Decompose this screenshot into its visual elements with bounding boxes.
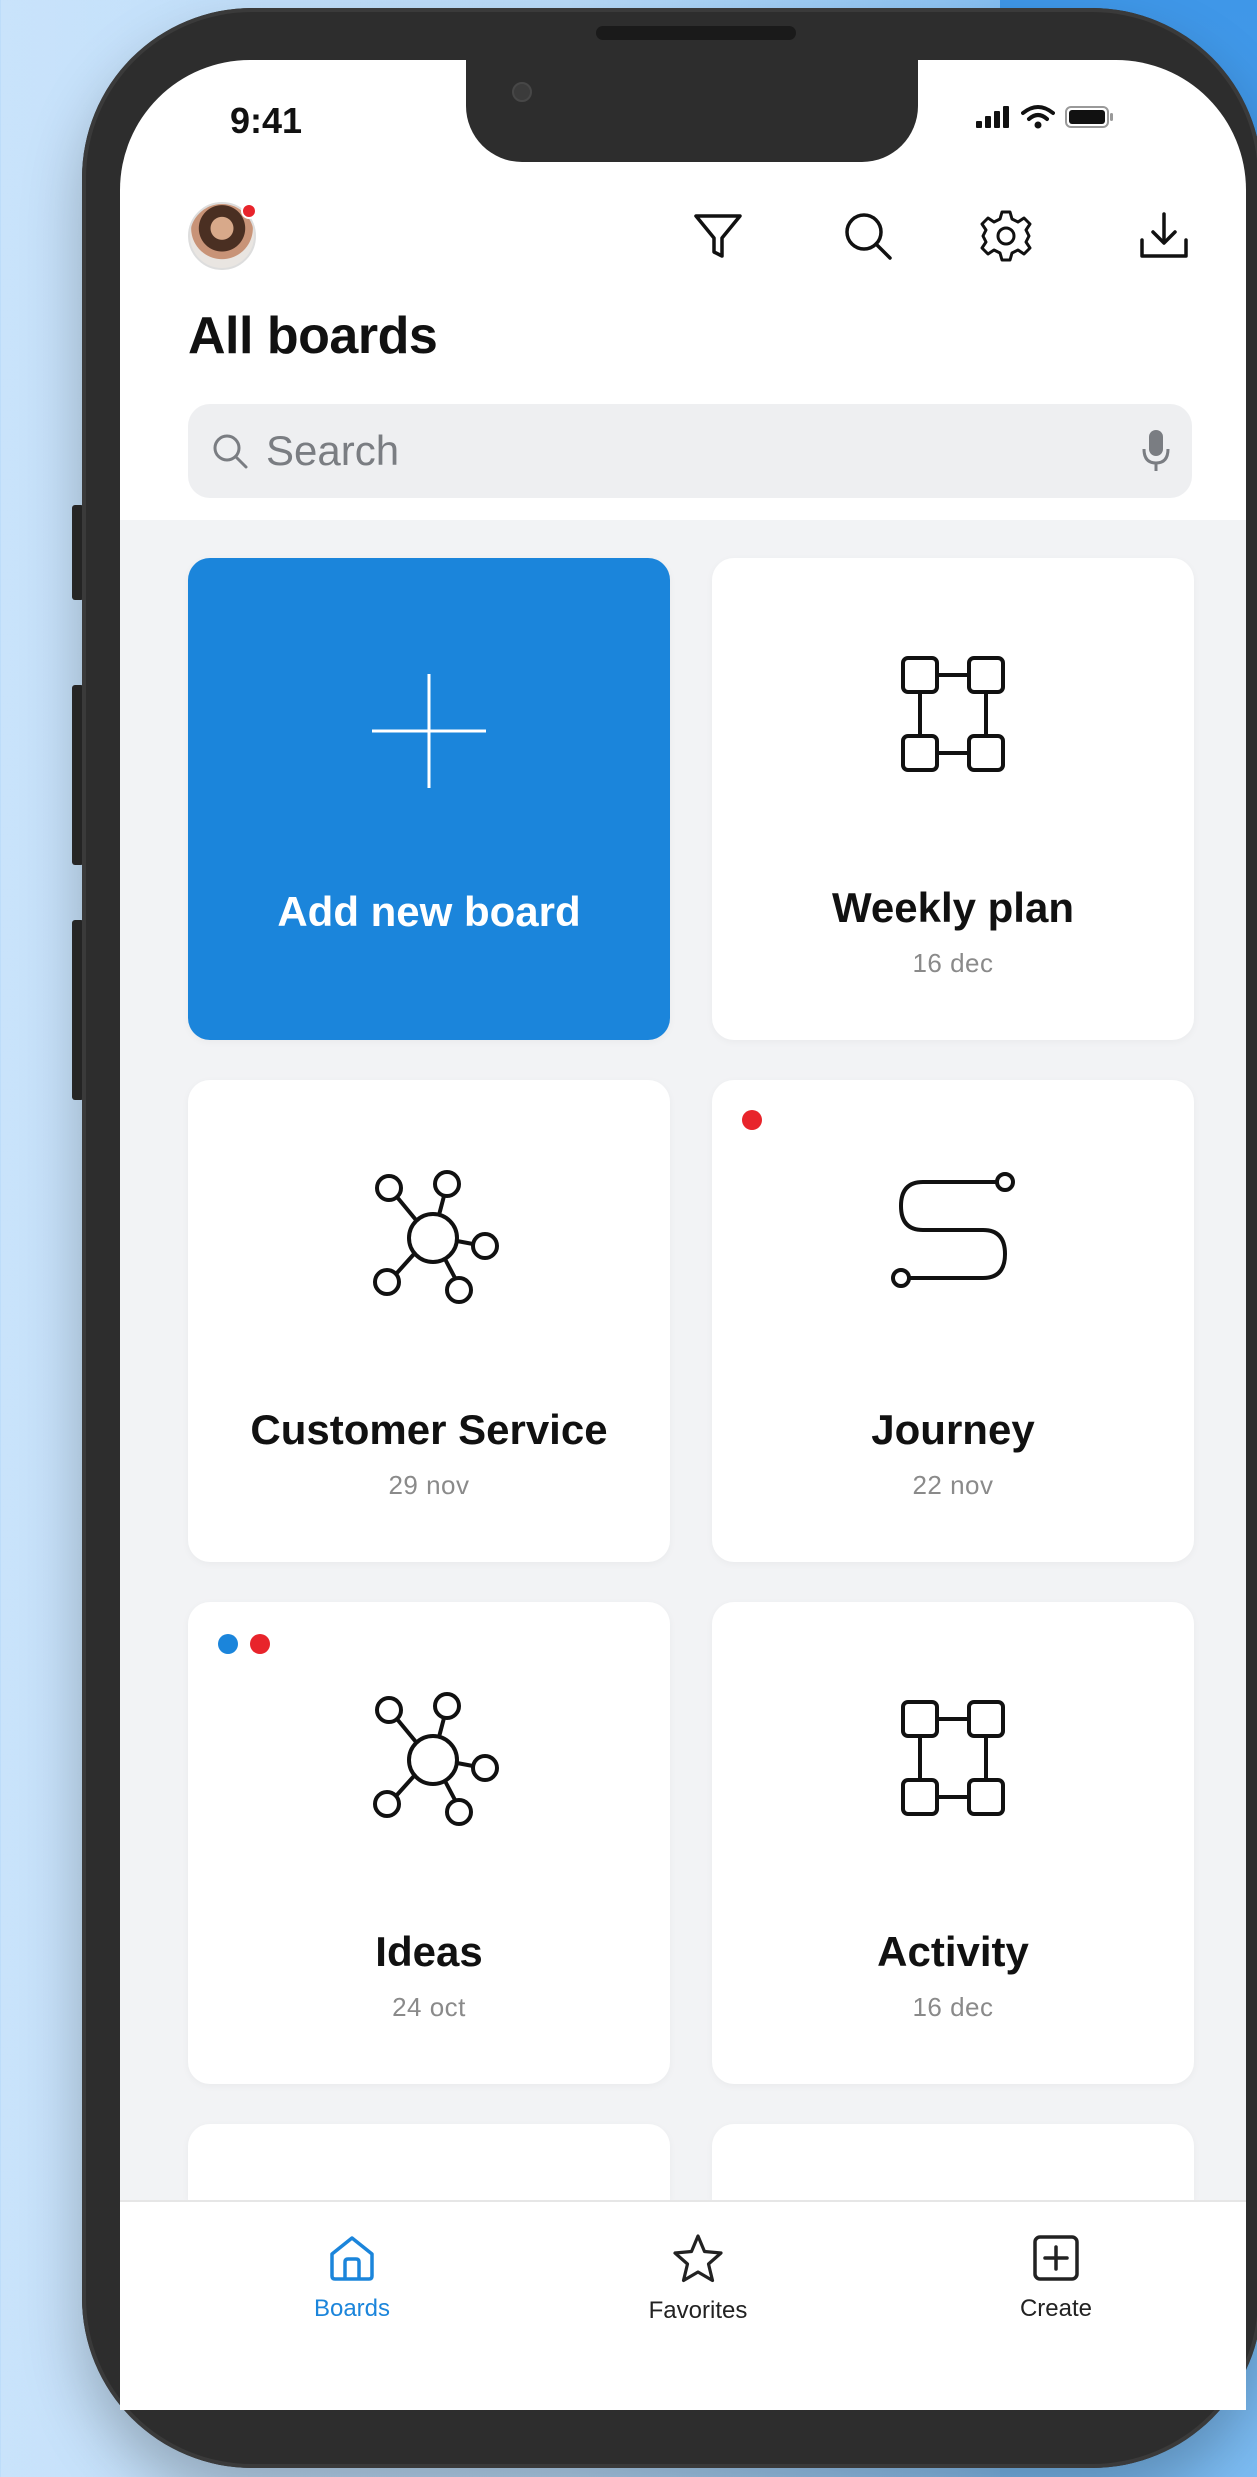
card-title: Ideas	[375, 1928, 483, 1975]
card-title: Journey	[871, 1406, 1035, 1453]
add-new-board-card[interactable]: Add new board	[188, 558, 670, 1040]
card-date: 16 dec	[912, 1992, 994, 2022]
mindmap-icon	[373, 1170, 499, 1304]
search-icon	[213, 434, 248, 469]
microphone-icon[interactable]	[1140, 427, 1172, 475]
star-icon	[673, 2234, 723, 2283]
tab-create[interactable]: Create	[956, 2232, 1156, 2323]
battery-icon	[1065, 106, 1113, 128]
card-title: Activity	[877, 1928, 1029, 1975]
filter-button[interactable]	[682, 200, 754, 272]
flowchart-icon	[901, 656, 1005, 772]
search-icon	[845, 213, 892, 260]
card-date: 22 nov	[912, 1470, 994, 1500]
search-button[interactable]	[832, 200, 904, 272]
plus-icon	[372, 674, 486, 788]
tab-label: Boards	[313, 2295, 391, 2322]
download-icon	[1140, 212, 1188, 258]
card-date: 29 nov	[388, 1470, 470, 1500]
flowchart-icon	[901, 1700, 1005, 1816]
board-card-activity[interactable]: Activity 16 dec	[712, 1602, 1194, 2084]
board-card-partial[interactable]	[712, 2124, 1194, 2200]
notification-dot	[241, 203, 257, 219]
unread-dot-red	[250, 1634, 270, 1654]
phone-notch	[466, 60, 918, 162]
status-icons	[975, 104, 1115, 130]
tab-favorites[interactable]: Favorites	[598, 2232, 798, 2325]
card-title: Add new board	[277, 888, 581, 935]
plus-square-icon	[1033, 2235, 1079, 2281]
download-button[interactable]	[1128, 200, 1200, 272]
mindmap-icon	[373, 1692, 499, 1826]
board-card-customer-service[interactable]: Customer Service 29 nov	[188, 1080, 670, 1562]
search-bar[interactable]	[188, 404, 1192, 498]
front-camera	[512, 82, 532, 102]
status-time: 9:41	[230, 100, 303, 141]
tab-bar: Boards Favorites Create	[120, 2200, 1246, 2410]
card-date: 16 dec	[912, 948, 994, 978]
search-input[interactable]	[264, 426, 1088, 476]
home-icon	[330, 2236, 374, 2281]
unread-dot-blue	[218, 1634, 238, 1654]
journey-path-icon	[891, 1172, 1015, 1288]
card-title: Customer Service	[250, 1406, 608, 1453]
page-title: All boards	[188, 307, 438, 365]
board-card-partial[interactable]	[188, 2124, 670, 2200]
card-title: Weekly plan	[832, 884, 1074, 931]
settings-button[interactable]	[970, 200, 1042, 272]
board-card-weekly-plan[interactable]: Weekly plan 16 dec	[712, 558, 1194, 1040]
board-card-journey[interactable]: Journey 22 nov	[712, 1080, 1194, 1562]
cellular-signal-icon	[976, 106, 1009, 128]
gear-icon	[980, 210, 1032, 262]
tab-boards[interactable]: Boards	[252, 2232, 452, 2323]
phone-speaker	[596, 26, 796, 40]
board-card-ideas[interactable]: Ideas 24 oct	[188, 1602, 670, 2084]
filter-icon	[694, 214, 742, 258]
tab-label: Create	[1019, 2295, 1093, 2322]
unread-dot	[742, 1110, 762, 1130]
card-date: 24 oct	[392, 1992, 466, 2022]
tab-label: Favorites	[648, 2297, 748, 2324]
wifi-icon	[1021, 105, 1055, 129]
